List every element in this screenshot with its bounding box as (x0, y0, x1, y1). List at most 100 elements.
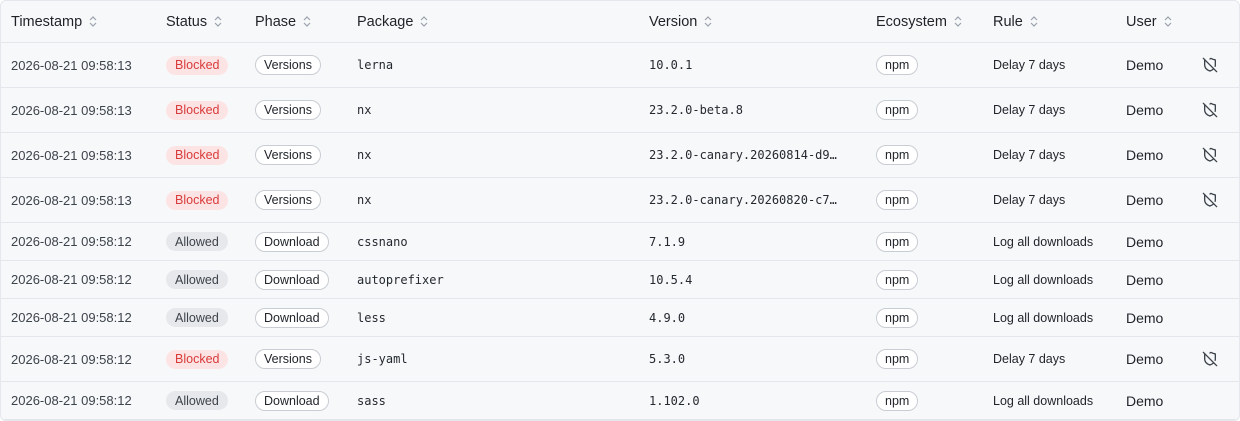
version-cell: 23.2.0-beta.8 (649, 88, 743, 132)
status-badge: Blocked (166, 145, 229, 165)
shield-off-icon[interactable] (1202, 351, 1218, 367)
phase-pill: Download (255, 231, 329, 252)
status-cell: Allowed (166, 223, 228, 260)
package-cell: lerna (357, 58, 394, 72)
column-header-timestamp[interactable]: Timestamp (11, 1, 97, 42)
version-cell: 23.2.0-canary.20260814-d9… (649, 133, 837, 177)
timestamp-cell: 2026-08-21 09:58:12 (11, 351, 132, 367)
ecosystem-pill: npm (876, 231, 919, 252)
table-row[interactable]: 2026-08-21 09:58:12 Allowed Download les… (1, 299, 1239, 337)
table-row[interactable]: 2026-08-21 09:58:13 Blocked Versions ler… (1, 43, 1239, 88)
column-header-status[interactable]: Status (166, 1, 222, 42)
status-badge: Blocked (166, 190, 229, 210)
user-cell: Demo (1126, 147, 1164, 163)
phase-cell: Versions (255, 133, 321, 177)
column-header-package[interactable]: Package (357, 1, 428, 42)
phase-pill: Versions (255, 55, 321, 75)
timestamp-cell: 2026-08-21 09:58:13 (11, 102, 132, 118)
action-cell (1202, 337, 1218, 381)
table-row[interactable]: 2026-08-21 09:58:12 Allowed Download aut… (1, 261, 1239, 299)
rule-cell: Log all downloads (993, 393, 1094, 408)
status-cell: Allowed (166, 299, 228, 336)
shield-off-icon[interactable] (1202, 102, 1218, 118)
column-header-rule[interactable]: Rule (993, 1, 1038, 42)
version-cell: 23.2.0-canary.20260820-c7… (649, 178, 837, 222)
sort-chevrons-icon (89, 16, 97, 27)
phase-cell: Download (255, 261, 329, 298)
sort-chevrons-icon (303, 16, 311, 27)
ecosystem-cell: npm (876, 43, 919, 87)
timestamp-cell: 2026-08-21 09:58:13 (11, 147, 132, 163)
column-header-label: Phase (255, 13, 297, 30)
package-cell: less (357, 310, 386, 325)
shield-off-icon[interactable] (1202, 192, 1218, 208)
action-cell (1202, 133, 1218, 177)
rule-cell: Delay 7 days (993, 352, 1066, 366)
ecosystem-pill: npm (876, 349, 919, 369)
status-cell: Blocked (166, 43, 229, 87)
version-text: 1.102.0 (649, 393, 700, 408)
table-row[interactable]: 2026-08-21 09:58:13 Blocked Versions nx … (1, 178, 1239, 223)
status-badge: Allowed (166, 308, 228, 327)
table-row[interactable]: 2026-08-21 09:58:13 Blocked Versions nx … (1, 88, 1239, 133)
ecosystem-pill: npm (876, 307, 919, 328)
status-cell: Blocked (166, 133, 229, 177)
phase-pill: Versions (255, 190, 321, 210)
column-header-phase[interactable]: Phase (255, 1, 311, 42)
column-header-label: User (1126, 13, 1157, 30)
version-cell: 10.5.4 (649, 261, 692, 298)
phase-pill: Download (255, 269, 329, 290)
table-row[interactable]: 2026-08-21 09:58:12 Allowed Download sas… (1, 382, 1239, 420)
timestamp-cell: 2026-08-21 09:58:12 (11, 393, 132, 408)
status-cell: Allowed (166, 382, 228, 419)
shield-off-icon[interactable] (1202, 57, 1218, 73)
table-row[interactable]: 2026-08-21 09:58:13 Blocked Versions nx … (1, 133, 1239, 178)
rule-cell: Log all downloads (993, 272, 1094, 287)
shield-off-icon[interactable] (1202, 147, 1218, 163)
user-cell: Demo (1126, 309, 1164, 326)
phase-cell: Download (255, 299, 329, 336)
column-header-ecosystem[interactable]: Ecosystem (876, 1, 962, 42)
status-badge: Allowed (166, 270, 228, 289)
phase-pill: Versions (255, 100, 321, 120)
ecosystem-pill: npm (876, 190, 919, 210)
version-text: 23.2.0-beta.8 (649, 103, 743, 117)
sort-chevrons-icon (1030, 16, 1038, 27)
ecosystem-pill: npm (876, 390, 919, 411)
phase-cell: Download (255, 223, 329, 260)
ecosystem-cell: npm (876, 88, 919, 132)
table-row[interactable]: 2026-08-21 09:58:12 Allowed Download css… (1, 223, 1239, 261)
phase-cell: Versions (255, 178, 321, 222)
status-badge: Allowed (166, 391, 228, 410)
ecosystem-cell: npm (876, 299, 919, 336)
ecosystem-pill: npm (876, 55, 919, 75)
table-row[interactable]: 2026-08-21 09:58:12 Blocked Versions js-… (1, 337, 1239, 382)
ecosystem-pill: npm (876, 269, 919, 290)
version-cell: 5.3.0 (649, 337, 685, 381)
rule-cell: Log all downloads (993, 310, 1094, 325)
column-header-user[interactable]: User (1126, 1, 1172, 42)
user-cell: Demo (1126, 233, 1164, 250)
timestamp-cell: 2026-08-21 09:58:12 (11, 272, 132, 287)
column-header-version[interactable]: Version (649, 1, 712, 42)
user-cell: Demo (1126, 392, 1164, 409)
timestamp-cell: 2026-08-21 09:58:13 (11, 57, 132, 73)
phase-cell: Download (255, 382, 329, 419)
version-cell: 10.0.1 (649, 43, 692, 87)
phase-cell: Versions (255, 88, 321, 132)
status-badge: Blocked (166, 55, 229, 75)
rule-cell: Delay 7 days (993, 58, 1066, 72)
table-header: Timestamp Status Phase Package Version E… (1, 1, 1239, 43)
version-text: 23.2.0-canary.20260820-c7… (649, 193, 837, 207)
ecosystem-cell: npm (876, 261, 919, 298)
phase-cell: Versions (255, 337, 321, 381)
sort-chevrons-icon (954, 16, 962, 27)
column-header-label: Rule (993, 13, 1023, 30)
action-cell (1202, 178, 1218, 222)
ecosystem-cell: npm (876, 337, 919, 381)
status-cell: Blocked (166, 88, 229, 132)
package-cell: autoprefixer (357, 272, 444, 287)
user-cell: Demo (1126, 351, 1164, 367)
column-header-label: Version (649, 13, 698, 30)
version-cell: 7.1.9 (649, 223, 685, 260)
